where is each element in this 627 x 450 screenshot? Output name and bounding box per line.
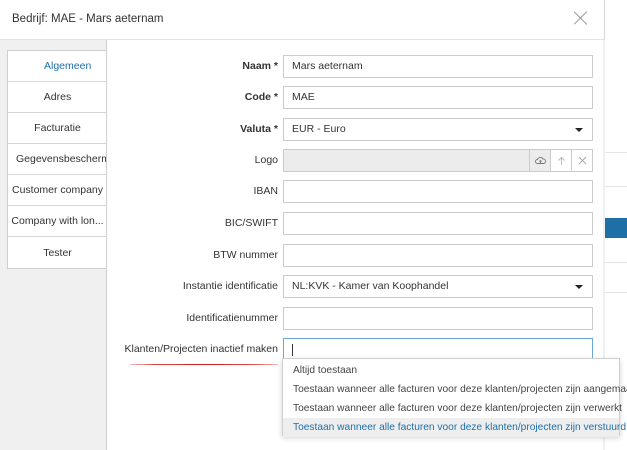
naam-label: Naam * bbox=[242, 60, 278, 72]
btw-input[interactable] bbox=[283, 244, 593, 267]
klanten-label: Klanten/Projecten inactief maken bbox=[124, 343, 278, 355]
code-row: Code * MAE bbox=[107, 86, 604, 109]
text-cursor bbox=[292, 344, 293, 356]
code-input[interactable]: MAE bbox=[283, 86, 593, 109]
annotation-underline bbox=[129, 363, 279, 365]
tab-tester[interactable]: Tester bbox=[8, 237, 107, 268]
caret-down-icon bbox=[575, 128, 583, 132]
bic-row: BIC/SWIFT bbox=[107, 212, 604, 235]
naam-input[interactable]: Mars aeternam bbox=[283, 55, 593, 78]
iban-input[interactable] bbox=[283, 180, 593, 203]
caret-down-icon bbox=[575, 285, 583, 289]
bic-input[interactable] bbox=[283, 212, 593, 235]
iban-label: IBAN bbox=[253, 185, 278, 197]
valuta-value: EUR - Euro bbox=[292, 123, 346, 135]
background-row-divider bbox=[605, 186, 627, 187]
code-label: Code * bbox=[244, 91, 278, 103]
tab-facturatie[interactable]: Facturatie bbox=[8, 113, 107, 144]
instantie-select[interactable]: NL:KVK - Kamer van Koophandel bbox=[283, 275, 593, 298]
instantie-row: Instantie identificatie NL:KVK - Kamer v… bbox=[107, 275, 604, 298]
upload-arrow-icon[interactable] bbox=[550, 150, 571, 171]
bic-label: BIC/SWIFT bbox=[224, 217, 278, 229]
background-row-divider bbox=[605, 152, 627, 153]
naam-row: Naam * Mars aeternam bbox=[107, 55, 604, 78]
background-row-divider bbox=[605, 292, 627, 293]
tab-list: Algemeen Adres Facturatie Gegevensbesche… bbox=[7, 50, 107, 269]
background-row-divider bbox=[605, 262, 627, 263]
dropdown-option-highlighted[interactable]: Toestaan wanneer alle facturen voor deze… bbox=[283, 418, 626, 437]
dropdown-option[interactable]: Toestaan wanneer alle facturen voor deze… bbox=[283, 399, 622, 418]
tab-gegevensbescherming[interactable]: Gegevensbescherming bbox=[8, 144, 107, 175]
tab-algemeen[interactable]: Algemeen bbox=[8, 51, 107, 82]
dropdown-option[interactable]: Altijd toestaan bbox=[283, 361, 619, 380]
instantie-label: Instantie identificatie bbox=[182, 280, 278, 292]
logo-row: Logo bbox=[107, 149, 604, 172]
btw-row: BTW nummer bbox=[107, 244, 604, 267]
klanten-dropdown-menu: Altijd toestaan Toestaan wanneer alle fa… bbox=[282, 358, 627, 437]
identificatienummer-row: Identificatienummer bbox=[107, 307, 604, 330]
valuta-row: Valuta * EUR - Euro bbox=[107, 118, 604, 141]
tab-adres[interactable]: Adres bbox=[8, 82, 107, 113]
dialog-title: Bedrijf: MAE - Mars aeternam bbox=[12, 13, 164, 25]
identificatienummer-input[interactable] bbox=[283, 307, 593, 330]
background-selected-row bbox=[605, 218, 627, 238]
dialog-header: Bedrijf: MAE - Mars aeternam bbox=[0, 0, 604, 40]
valuta-label: Valuta * bbox=[240, 123, 278, 135]
upload-cloud-icon[interactable] bbox=[529, 150, 550, 171]
dropdown-option[interactable]: Toestaan wanneer alle facturen voor deze… bbox=[283, 380, 627, 399]
identificatienummer-label: Identificatienummer bbox=[186, 312, 278, 324]
iban-row: IBAN bbox=[107, 180, 604, 203]
logo-input bbox=[283, 149, 593, 172]
clear-icon[interactable] bbox=[571, 150, 592, 171]
instantie-value: NL:KVK - Kamer van Koophandel bbox=[292, 280, 449, 292]
logo-label: Logo bbox=[254, 154, 278, 166]
btw-label: BTW nummer bbox=[213, 249, 278, 261]
valuta-select[interactable]: EUR - Euro bbox=[283, 118, 593, 141]
tab-customer-company[interactable]: Customer company bbox=[8, 175, 107, 206]
close-icon[interactable] bbox=[572, 9, 590, 27]
tab-company-with-long-name[interactable]: Company with lon... bbox=[8, 206, 107, 237]
